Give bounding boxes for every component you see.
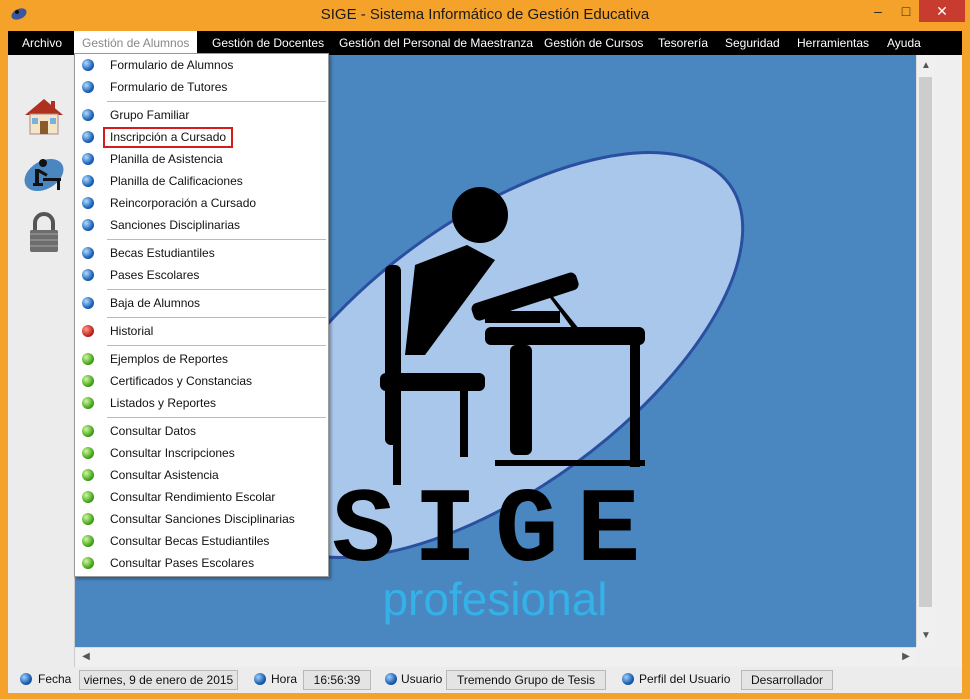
menu-separator — [107, 101, 326, 102]
hora-label: Hora — [271, 672, 298, 686]
hora-status-icon — [254, 673, 266, 685]
green-bullet-icon — [82, 535, 94, 547]
red-bullet-icon — [82, 325, 94, 337]
menu-separator — [107, 345, 326, 346]
menu-item-pases-escolares[interactable]: Pases Escolares — [75, 264, 328, 286]
usuario-value: Tremendo Grupo de Tesis — [446, 670, 606, 690]
green-bullet-icon — [82, 397, 94, 409]
horizontal-scrollbar[interactable]: ◀ ▶ — [75, 647, 916, 666]
menu-ayuda[interactable]: Ayuda — [887, 31, 921, 55]
home-icon[interactable] — [21, 93, 67, 139]
vertical-scroll-thumb[interactable] — [919, 77, 932, 607]
menu-item-becas-estudiantiles[interactable]: Becas Estudiantiles — [75, 242, 328, 264]
menu-item-planilla-asistencia[interactable]: Planilla de Asistencia — [75, 148, 328, 170]
blue-bullet-icon — [82, 175, 94, 187]
window-frame: SIGE - Sistema Informático de Gestión Ed… — [0, 0, 970, 699]
menu-bar: Archivo Gestión de Alumnos Gestión de Do… — [8, 31, 962, 55]
menu-herramientas[interactable]: Herramientas — [797, 31, 869, 55]
scroll-up-icon[interactable]: ▲ — [917, 57, 935, 75]
maximize-button[interactable]: □ — [893, 0, 919, 22]
menu-seguridad[interactable]: Seguridad — [725, 31, 780, 55]
menu-item-consultar-rendimiento[interactable]: Consultar Rendimiento Escolar — [75, 486, 328, 508]
menu-separator — [107, 239, 326, 240]
menu-gestion-alumnos[interactable]: Gestión de Alumnos — [74, 31, 198, 55]
status-bar: Fecha viernes, 9 de enero de 2015 Hora 1… — [8, 667, 962, 693]
blue-bullet-icon — [82, 59, 94, 71]
menu-gestion-docentes[interactable]: Gestión de Docentes — [212, 31, 324, 55]
menu-gestion-cursos[interactable]: Gestión de Cursos — [544, 31, 643, 55]
green-bullet-icon — [82, 469, 94, 481]
menu-item-ejemplos-reportes[interactable]: Ejemplos de Reportes — [75, 348, 328, 370]
blue-bullet-icon — [82, 247, 94, 259]
green-bullet-icon — [82, 425, 94, 437]
menu-item-consultar-asistencia[interactable]: Consultar Asistencia — [75, 464, 328, 486]
menu-item-baja-alumnos[interactable]: Baja de Alumnos — [75, 292, 328, 314]
perfil-value: Desarrollador — [741, 670, 833, 690]
menu-archivo[interactable]: Archivo — [22, 31, 62, 55]
padlock-icon[interactable] — [21, 209, 67, 255]
menu-item-consultar-sanciones[interactable]: Consultar Sanciones Disciplinarias — [75, 508, 328, 530]
vertical-scrollbar[interactable]: ▲ ▼ — [916, 55, 935, 647]
menu-tesoreria[interactable]: Tesorería — [658, 31, 708, 55]
blue-bullet-icon — [82, 109, 94, 121]
minimize-button[interactable]: – — [860, 0, 896, 22]
close-button[interactable]: ✕ — [919, 0, 965, 22]
green-bullet-icon — [82, 513, 94, 525]
perfil-label: Perfil del Usuario — [639, 672, 731, 686]
usuario-status-icon — [385, 673, 397, 685]
blue-bullet-icon — [82, 81, 94, 93]
fecha-value: viernes, 9 de enero de 2015 — [79, 670, 238, 690]
menu-item-sanciones-disciplinarias[interactable]: Sanciones Disciplinarias — [75, 214, 328, 236]
logo-tagline: profesional — [382, 573, 607, 625]
highlight-box — [103, 127, 233, 148]
menu-item-reincorporacion-cursado[interactable]: Reincorporación a Cursado — [75, 192, 328, 214]
green-bullet-icon — [82, 447, 94, 459]
menu-item-consultar-pases[interactable]: Consultar Pases Escolares — [75, 552, 328, 574]
menu-item-formulario-tutores[interactable]: Formulario de Tutores — [75, 76, 328, 98]
menu-item-planilla-calificaciones[interactable]: Planilla de Calificaciones — [75, 170, 328, 192]
green-bullet-icon — [82, 557, 94, 569]
student-desk-icon[interactable] — [21, 151, 67, 197]
blue-bullet-icon — [82, 197, 94, 209]
hora-value: 16:56:39 — [303, 670, 371, 690]
fecha-label: Fecha — [38, 672, 72, 686]
fecha-status-icon — [20, 673, 32, 685]
green-bullet-icon — [82, 353, 94, 365]
blue-bullet-icon — [82, 269, 94, 281]
menu-separator — [107, 289, 326, 290]
blue-bullet-icon — [82, 131, 94, 143]
blue-bullet-icon — [82, 297, 94, 309]
menu-item-certificados-constancias[interactable]: Certificados y Constancias — [75, 370, 328, 392]
scroll-down-icon[interactable]: ▼ — [917, 627, 935, 645]
green-bullet-icon — [82, 375, 94, 387]
menu-item-consultar-datos[interactable]: Consultar Datos — [75, 420, 328, 442]
menu-item-consultar-becas[interactable]: Consultar Becas Estudiantiles — [75, 530, 328, 552]
blue-bullet-icon — [82, 219, 94, 231]
menu-item-consultar-inscripciones[interactable]: Consultar Inscripciones — [75, 442, 328, 464]
green-bullet-icon — [82, 491, 94, 503]
menu-item-formulario-alumnos[interactable]: Formulario de Alumnos — [75, 54, 328, 76]
menu-gestion-personal-maestranza[interactable]: Gestión del Personal de Maestranza — [339, 31, 533, 55]
usuario-label: Usuario — [401, 672, 443, 686]
menu-item-historial[interactable]: Historial — [75, 320, 328, 342]
shortcut-panel — [8, 55, 75, 667]
menu-separator — [107, 417, 326, 418]
menu-separator — [107, 317, 326, 318]
blue-bullet-icon — [82, 153, 94, 165]
menu-item-listados-reportes[interactable]: Listados y Reportes — [75, 392, 328, 414]
menu-item-grupo-familiar[interactable]: Grupo Familiar — [75, 104, 328, 126]
scroll-right-icon[interactable]: ▶ — [897, 648, 915, 666]
perfil-status-icon — [622, 673, 634, 685]
title-bar: SIGE - Sistema Informático de Gestión Ed… — [0, 0, 970, 31]
window-title: SIGE - Sistema Informático de Gestión Ed… — [320, 6, 650, 23]
scroll-left-icon[interactable]: ◀ — [77, 648, 95, 666]
